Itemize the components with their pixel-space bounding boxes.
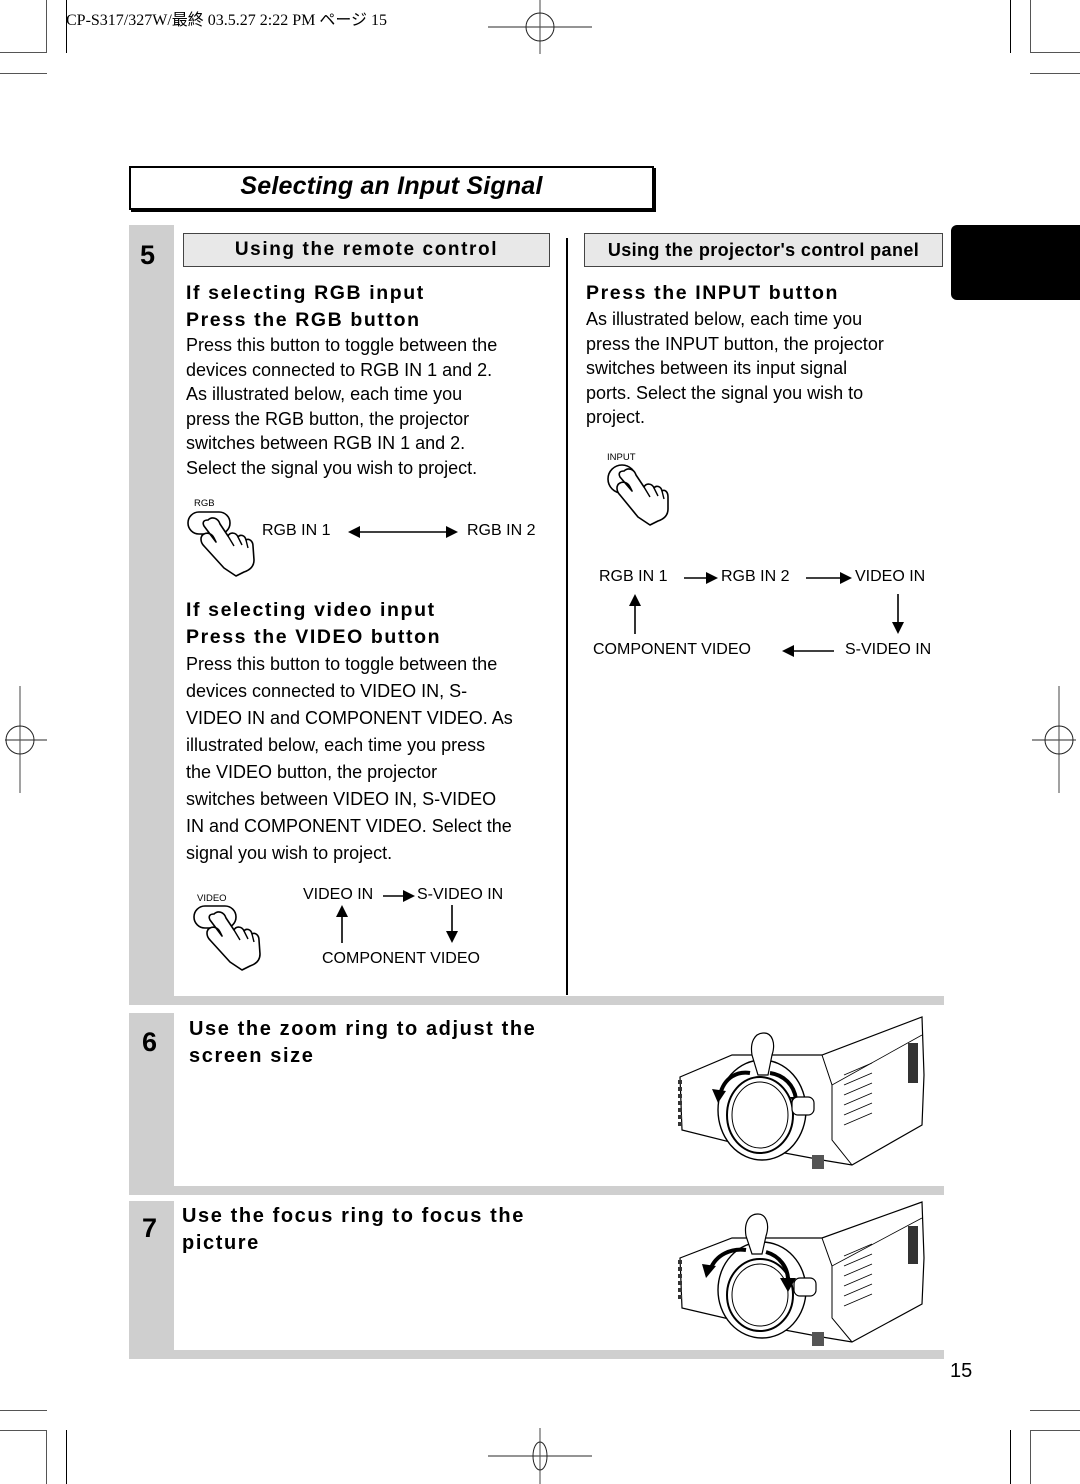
text-line: press the RGB button, the projector (186, 408, 470, 429)
step-band (129, 225, 174, 1004)
text-line: the VIDEO button, the projector (186, 762, 438, 782)
remote-control-heading: Using the remote control (183, 233, 550, 267)
rgb-section-title: If selecting RGB input Press the RGB but… (186, 280, 425, 334)
step-title-line1: Use the zoom ring to adjust the (189, 1018, 537, 1040)
text-line: As illustrated below, each time you (186, 384, 463, 405)
print-header: CP-S317/327W/最終 03.5.27 2:22 PM ページ 15 (66, 12, 388, 29)
crop-mark (1030, 1410, 1080, 1411)
registration-mark-right (1032, 686, 1076, 793)
hand-pressing-input-button-icon (607, 464, 669, 526)
input-button-label: INPUT (607, 452, 636, 463)
video-node-video-in: VIDEO IN (303, 886, 374, 903)
video-title-line1: If selecting video input (186, 599, 436, 621)
rgb-node-1: RGB IN 1 (262, 522, 331, 539)
text-line: switches between its input signal (586, 358, 848, 379)
page-title: Selecting an Input Signal (240, 172, 543, 200)
arrow-left-icon (782, 645, 834, 657)
step-title: Use the zoom ring to adjust the screen s… (189, 1016, 536, 1070)
input-node-rgb-in-1: RGB IN 1 (599, 568, 668, 585)
crop-mark (0, 52, 47, 53)
text-line: project. (586, 407, 646, 428)
video-description: Press this button to toggle between the … (186, 651, 558, 867)
column-divider (566, 238, 568, 995)
text-line: IN and COMPONENT VIDEO. Select the (186, 816, 512, 836)
video-title-line2: Press the VIDEO button (186, 626, 442, 648)
input-node-component: COMPONENT VIDEO (593, 641, 751, 658)
rgb-title-line2: Press the RGB button (186, 309, 421, 331)
page-title-box: Selecting an Input Signal (129, 166, 654, 210)
step-band-bottom (129, 996, 944, 1005)
crop-mark (0, 1410, 47, 1411)
text-line: press the INPUT button, the projector (586, 333, 884, 354)
crop-mark (1030, 52, 1080, 53)
arrow-up-icon (336, 905, 348, 943)
step-title-line1: Use the focus ring to focus the (182, 1205, 525, 1227)
crop-mark (1010, 1430, 1011, 1484)
text-line: Press this button to toggle between the (186, 335, 498, 355)
hand-pressing-rgb-button-icon (187, 511, 255, 577)
rgb-title-line1: If selecting RGB input (186, 282, 425, 304)
rgb-node-2: RGB IN 2 (467, 522, 536, 539)
page-number: 15 (950, 1360, 973, 1382)
arrow-down-icon (446, 905, 458, 943)
text-line: switches between RGB IN 1 and 2. (186, 433, 466, 454)
step-band-bottom (129, 1350, 944, 1359)
text-line: Press this button to toggle between the (186, 654, 498, 674)
input-description: As illustrated below, each time you pres… (586, 307, 946, 430)
projector-zoom-ring-illustration (678, 1016, 925, 1169)
text-line: signal you wish to project. (186, 843, 393, 863)
registration-mark-left (5, 686, 47, 793)
text-line: ports. Select the signal you wish to (586, 382, 864, 403)
input-node-rgb-in-2: RGB IN 2 (721, 568, 790, 585)
crop-mark (0, 1430, 47, 1431)
hand-pressing-video-button-icon (193, 905, 261, 971)
step-band-bottom (129, 1186, 944, 1195)
step-number: 5 (140, 240, 156, 270)
crop-mark (1030, 73, 1080, 74)
text-line: Select the signal you wish to project. (186, 457, 478, 478)
crop-mark (46, 0, 47, 53)
crop-mark (0, 73, 47, 74)
video-button-label: VIDEO (197, 893, 227, 904)
text-line: VIDEO IN and COMPONENT VIDEO. As (186, 708, 513, 728)
text-line: switches between VIDEO IN, S-VIDEO (186, 789, 497, 809)
arrow-right-icon (383, 890, 415, 902)
crop-mark (1030, 1430, 1080, 1431)
rgb-description: Press this button to toggle between the … (186, 333, 556, 481)
arrow-right-icon (684, 572, 718, 584)
crop-mark (1030, 0, 1031, 53)
video-node-component: COMPONENT VIDEO (322, 950, 480, 967)
arrow-up-icon (629, 594, 641, 634)
rgb-button-label: RGB (194, 498, 215, 509)
crop-mark (1010, 0, 1011, 53)
step-title: Use the focus ring to focus the picture (182, 1203, 525, 1257)
crop-mark (66, 1430, 67, 1484)
input-section-title: Press the INPUT button (586, 282, 839, 304)
text-line: devices connected to VIDEO IN, S- (186, 681, 468, 701)
bidirectional-arrow-icon (348, 526, 458, 538)
text-line: illustrated below, each time you press (186, 735, 486, 755)
crop-mark (1030, 1430, 1031, 1484)
step-number: 7 (142, 1213, 158, 1243)
step-title-line2: screen size (189, 1045, 315, 1067)
arrow-down-icon (892, 594, 904, 634)
video-section-title: If selecting video input Press the VIDEO… (186, 597, 441, 651)
input-node-video-in: VIDEO IN (855, 568, 926, 585)
crop-mark (46, 1430, 47, 1484)
video-node-s-video-in: S-VIDEO IN (417, 886, 504, 903)
step-title-line2: picture (182, 1232, 260, 1254)
arrow-right-icon (806, 572, 852, 584)
projector-focus-ring-illustration (678, 1201, 925, 1346)
input-node-s-video-in: S-VIDEO IN (845, 641, 932, 658)
registration-mark-top (488, 0, 592, 54)
step-number: 6 (142, 1027, 158, 1057)
text-line: As illustrated below, each time you (586, 309, 863, 329)
section-tab (951, 225, 1080, 300)
control-panel-heading: Using the projector's control panel (584, 233, 943, 267)
registration-mark-bottom (488, 1428, 592, 1484)
text-line: devices connected to RGB IN 1 and 2. (186, 359, 493, 380)
